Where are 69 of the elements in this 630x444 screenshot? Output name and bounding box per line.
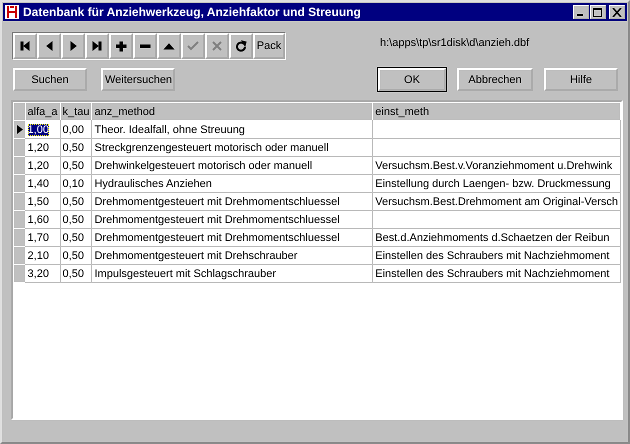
- table-cell: 3,20: [28, 268, 49, 280]
- column-header[interactable]: einst_meth: [372, 102, 620, 120]
- last-record-icon: [91, 40, 103, 52]
- table-cell: 1,40: [28, 178, 49, 190]
- table-cell: 1,70: [28, 232, 49, 244]
- table-cell: 0,10: [62, 178, 84, 190]
- table-cell: 0,50: [62, 268, 84, 280]
- navigator-button[interactable]: [13, 33, 37, 59]
- current-row-icon: [16, 125, 24, 134]
- pack-button[interactable]: Pack: [253, 33, 285, 59]
- dialog-button[interactable]: Abbrechen: [457, 68, 533, 91]
- table-cell: Drehmomentgesteuert mit Drehmomentschluessel: [94, 214, 340, 226]
- column-header[interactable]: k_tau: [60, 102, 92, 120]
- refresh-icon: [235, 40, 247, 52]
- table-cell: 2,10: [28, 250, 49, 262]
- navigator-button[interactable]: [37, 33, 61, 59]
- row-indicator-header: [14, 102, 26, 120]
- navigator-button[interactable]: [133, 33, 157, 59]
- table-cell: 0,50: [62, 196, 84, 208]
- check-icon: [187, 40, 199, 52]
- cross-icon: [211, 40, 223, 52]
- file-path: h:\apps\tp\sr1disk\d\anzieh.dbf: [380, 37, 530, 51]
- table-cell: 0,50: [62, 160, 84, 172]
- table-cell: 1,20: [28, 142, 49, 154]
- column-header[interactable]: alfa_a: [25, 102, 60, 120]
- table-cell: Drehmomentgesteuert mit Drehschrauber: [94, 250, 298, 262]
- column-header[interactable]: anz_method: [92, 102, 373, 120]
- row-indicator[interactable]: [14, 120, 26, 138]
- table-cell: Einstellung durch Laengen- bzw. Druckmessung: [375, 178, 611, 190]
- table-cell: Hydraulisches Anziehen: [94, 178, 212, 190]
- navigator-button[interactable]: [61, 33, 85, 59]
- table-cell: Drehmomentgesteuert mit Drehmomentschluessel: [94, 196, 340, 208]
- table-cell: Impulsgesteuert mit Schlagschrauber: [94, 268, 276, 280]
- table-cell: Einstellen des Schraubers mit Nachziehmoment: [375, 250, 610, 262]
- navigator-button[interactable]: [157, 33, 181, 59]
- navigator-button[interactable]: [85, 33, 109, 59]
- navigator-button[interactable]: [229, 33, 253, 59]
- table-cell: 0,00: [62, 124, 84, 136]
- app-icon: [5, 5, 19, 19]
- table-cell: 0,50: [62, 232, 84, 244]
- maximize-icon: [593, 8, 603, 16]
- minimize-icon: [577, 14, 583, 16]
- table-cell: 1,00: [28, 124, 49, 136]
- table-cell: Theor. Idealfall, ohne Streuung: [94, 124, 245, 136]
- table-cell: Streckgrenzengesteuert motorisch oder manuell: [94, 142, 329, 154]
- maximize-button[interactable]: [590, 5, 606, 19]
- table-cell: Drehmomentgesteuert mit Drehmomentschluessel: [94, 232, 340, 244]
- table-cell: 1,20: [28, 160, 49, 172]
- table-cell: Versuchsm.Best.Drehmoment am Original-Versch: [375, 196, 618, 208]
- window-title: Datenbank für Anziehwerkzeug, Anziehfaktor und Streuung: [23, 5, 362, 19]
- dialog-button[interactable]: Weitersuchen: [101, 68, 175, 91]
- dialog-button[interactable]: OK: [378, 68, 446, 91]
- minimize-button[interactable]: [573, 5, 589, 19]
- table-cell: 0,50: [62, 142, 84, 154]
- table-cell: Versuchsm.Best.v.Voranziehmoment u.Drehwink: [375, 160, 612, 172]
- plus-icon: [115, 40, 127, 52]
- table-cell: Drehwinkelgesteuert motorisch oder manuell: [94, 160, 312, 172]
- table-cell: 0,50: [62, 214, 84, 226]
- table-cell: 1,50: [28, 196, 49, 208]
- table-cell: Einstellen des Schraubers mit Nachziehmoment: [375, 268, 610, 280]
- table-cell: Best.d.Anziehmoments d.Schaetzen der Reibun: [375, 232, 610, 244]
- dialog-button[interactable]: Hilfe: [544, 68, 618, 91]
- dialog-button[interactable]: Suchen: [13, 68, 87, 91]
- navigator-button[interactable]: [109, 33, 133, 59]
- first-record-icon: [19, 40, 31, 52]
- table-cell: 0,50: [62, 250, 84, 262]
- close-icon: [612, 8, 622, 16]
- close-button[interactable]: [609, 5, 625, 19]
- table-cell: 1,60: [28, 214, 49, 226]
